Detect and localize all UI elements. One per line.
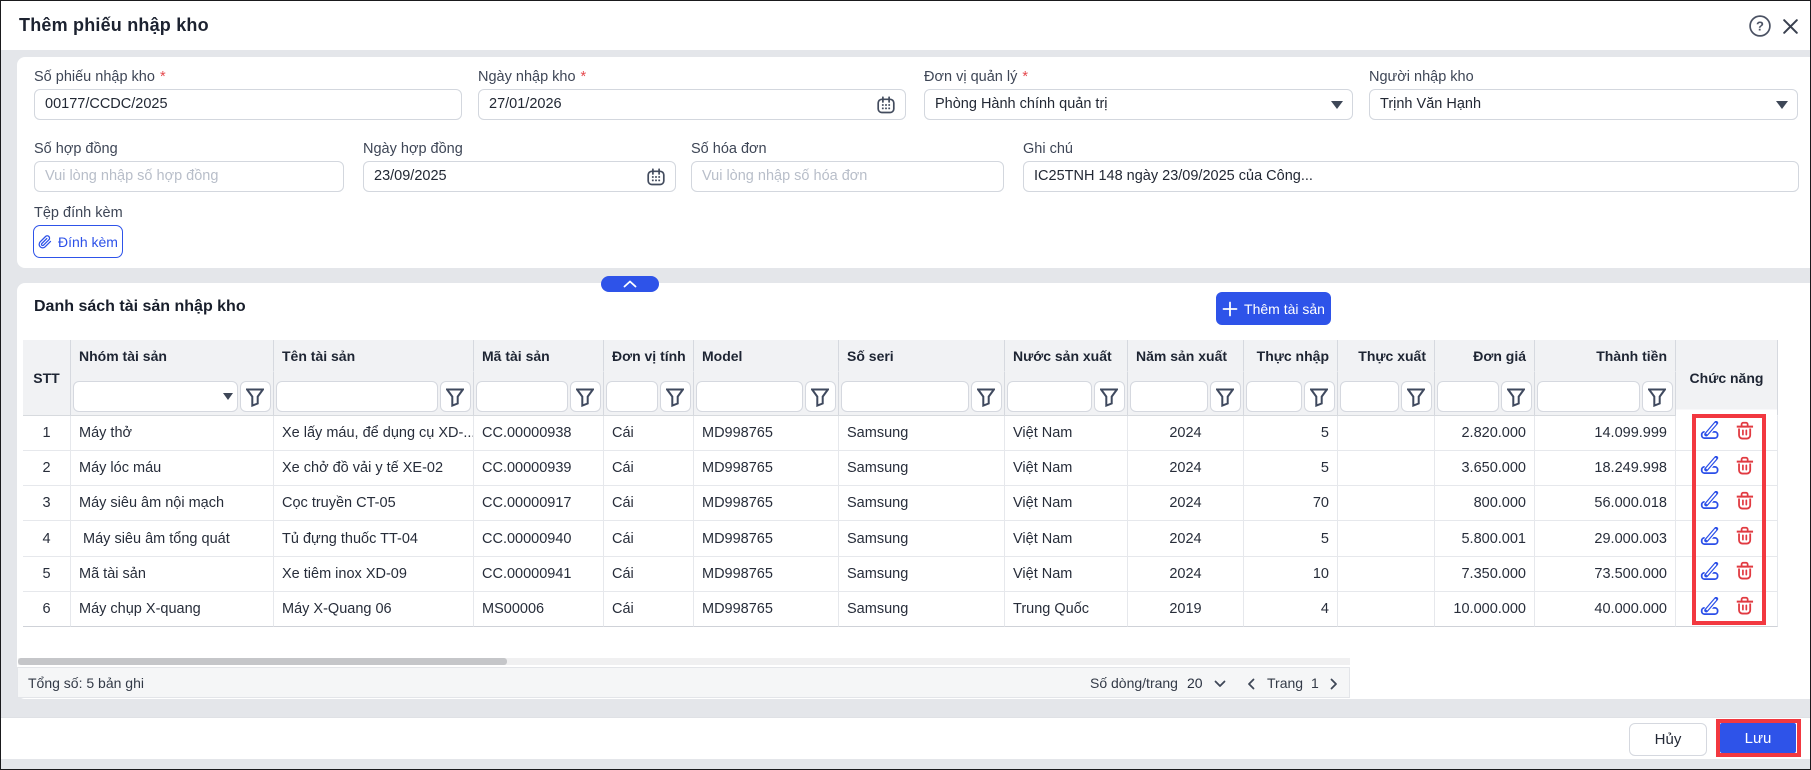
svg-text:?: ? (1756, 19, 1764, 34)
